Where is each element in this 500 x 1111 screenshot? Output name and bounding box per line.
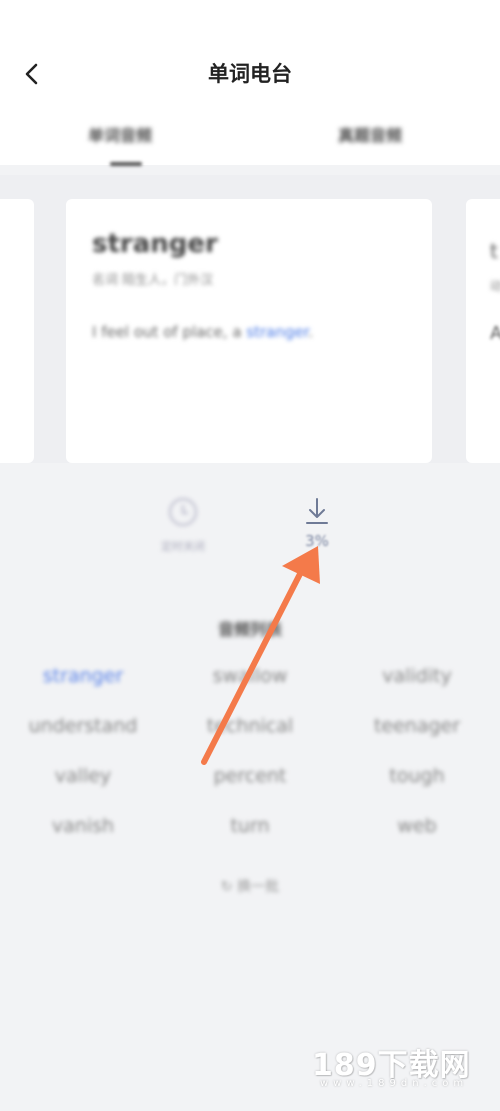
watermark: 189下载网 www.189dn.com <box>312 1040 492 1089</box>
watermark-url: www.189dn.com <box>320 1078 469 1089</box>
annotation-arrow-shaft <box>201 567 305 765</box>
annotation-arrow <box>201 546 320 765</box>
